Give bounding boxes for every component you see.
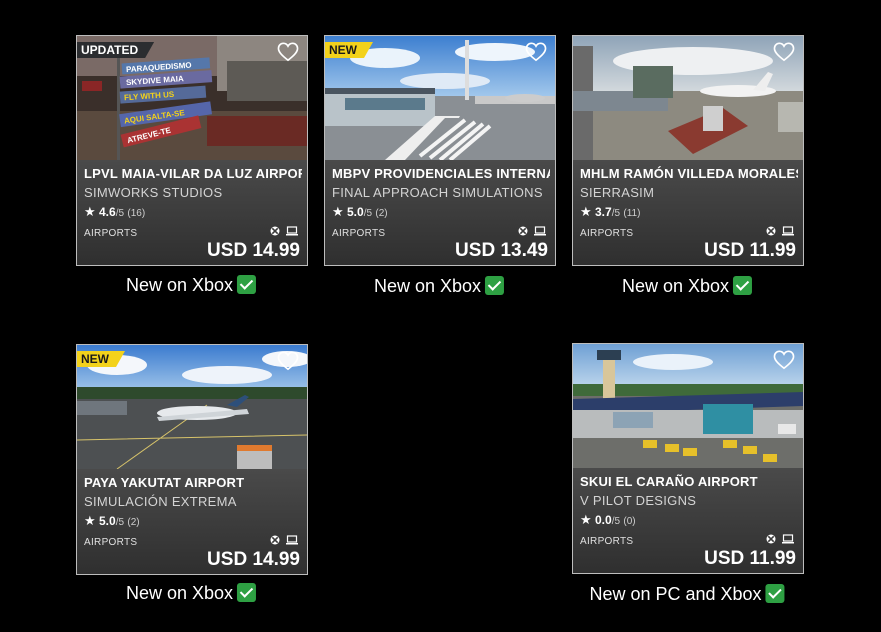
rating-value: 5.0 bbox=[347, 205, 364, 219]
heart-icon[interactable] bbox=[277, 42, 299, 62]
heart-icon[interactable] bbox=[773, 350, 795, 370]
publisher-name: SIMULACIÓN EXTREMA bbox=[84, 494, 237, 509]
rating: ★ 4.6/5 (16) bbox=[84, 204, 145, 220]
rating-count: (2) bbox=[375, 208, 388, 219]
price: USD 11.99 bbox=[704, 240, 796, 261]
price: USD 14.99 bbox=[207, 549, 300, 570]
caption-text: New on Xbox bbox=[621, 276, 730, 296]
product-card-lpvl[interactable]: PARAQUEDISMO SKYDIVE MAIA FLY WITH US AQ… bbox=[76, 35, 308, 266]
checkmark-icon bbox=[237, 583, 257, 602]
rating-outof: /5 bbox=[611, 516, 621, 527]
star-icon: ★ bbox=[84, 204, 96, 219]
heart-icon[interactable] bbox=[773, 42, 795, 62]
checkmark-icon bbox=[485, 276, 505, 295]
pc-icon bbox=[286, 532, 298, 550]
heart-icon[interactable] bbox=[277, 351, 299, 371]
caption-text: New on Xbox bbox=[125, 583, 234, 603]
platform-icons bbox=[766, 534, 794, 546]
product-card-mhlm[interactable]: MHLM RAMÓN VILLEDA MORALES I SIERRASIM ★… bbox=[572, 35, 804, 266]
xbox-icon bbox=[270, 223, 280, 241]
category-label: AIRPORTS bbox=[580, 536, 634, 547]
product-title: MBPV PROVIDENCIALES INTERNAT bbox=[332, 166, 550, 181]
thumbnail-image bbox=[573, 344, 803, 468]
xbox-icon bbox=[518, 223, 528, 241]
star-icon: ★ bbox=[84, 513, 96, 528]
caption-text: New on Xbox bbox=[125, 275, 234, 295]
rating-outof: /5 bbox=[611, 208, 621, 219]
rating-value: 4.6 bbox=[99, 205, 116, 219]
xbox-icon bbox=[270, 532, 280, 550]
category-label: AIRPORTS bbox=[332, 228, 386, 239]
platform-icons bbox=[270, 226, 298, 238]
rating-count: (2) bbox=[127, 517, 140, 528]
rating: ★ 3.7/5 (11) bbox=[580, 204, 640, 220]
rating-value: 3.7 bbox=[595, 205, 612, 219]
platform-icons bbox=[766, 226, 794, 238]
caption-text: New on Xbox bbox=[373, 276, 482, 296]
rating: ★ 5.0/5 (2) bbox=[84, 513, 140, 529]
pc-icon bbox=[286, 223, 298, 241]
card-caption: New on Xbox bbox=[125, 275, 257, 296]
star-icon: ★ bbox=[580, 204, 592, 219]
pc-icon bbox=[534, 223, 546, 241]
product-title: PAYA YAKUTAT AIRPORT bbox=[84, 475, 245, 490]
product-title: SKUI EL CARAÑO AIRPORT bbox=[580, 474, 758, 489]
heart-icon[interactable] bbox=[525, 42, 547, 62]
publisher-name: FINAL APPROACH SIMULATIONS bbox=[332, 185, 543, 200]
product-card-paya[interactable]: NEW PAYA YAKUTAT AIRPORT SIMULACIÓN EXTR… bbox=[76, 344, 308, 575]
product-card-mbpv[interactable]: NEW MBPV PROVIDENCIALES INTERNAT FINAL A… bbox=[324, 35, 556, 266]
publisher-name: V PILOT DESIGNS bbox=[580, 493, 697, 508]
platform-icons bbox=[270, 535, 298, 547]
pc-icon bbox=[782, 223, 794, 241]
rating-count: (11) bbox=[623, 208, 641, 219]
category-label: AIRPORTS bbox=[84, 537, 138, 548]
platform-icons bbox=[518, 226, 546, 238]
card-caption: New on Xbox bbox=[125, 583, 257, 604]
rating-value: 5.0 bbox=[99, 514, 116, 528]
publisher-name: SIERRASIM bbox=[580, 185, 655, 200]
product-title: MHLM RAMÓN VILLEDA MORALES I bbox=[580, 166, 798, 181]
card-caption: New on Xbox bbox=[373, 276, 505, 297]
product-title: LPVL MAIA-VILAR DA LUZ AIRPORT bbox=[84, 166, 302, 181]
card-caption: New on Xbox bbox=[621, 276, 753, 297]
thumbnail-image bbox=[573, 36, 803, 160]
rating-count: (16) bbox=[127, 208, 146, 219]
xbox-icon bbox=[766, 223, 776, 241]
star-icon: ★ bbox=[580, 512, 592, 527]
caption-text: New on PC and Xbox bbox=[589, 584, 762, 604]
pc-icon bbox=[782, 531, 794, 549]
xbox-icon bbox=[766, 531, 776, 549]
rating-value: 0.0 bbox=[595, 513, 612, 527]
category-label: AIRPORTS bbox=[580, 228, 634, 239]
rating-outof: /5 bbox=[363, 208, 373, 219]
rating: ★ 0.0/5 (0) bbox=[580, 512, 636, 528]
card-caption: New on PC and Xbox bbox=[589, 584, 785, 605]
rating-outof: /5 bbox=[115, 517, 125, 528]
publisher-name: SIMWORKS STUDIOS bbox=[84, 185, 223, 200]
product-card-skui[interactable]: SKUI EL CARAÑO AIRPORT V PILOT DESIGNS ★… bbox=[572, 343, 804, 574]
price: USD 14.99 bbox=[207, 240, 300, 261]
rating: ★ 5.0/5 (2) bbox=[332, 204, 388, 220]
price: USD 11.99 bbox=[704, 548, 796, 569]
rating-outof: /5 bbox=[115, 208, 125, 219]
checkmark-icon bbox=[765, 584, 785, 603]
star-icon: ★ bbox=[332, 204, 344, 219]
rating-count: (0) bbox=[623, 516, 636, 527]
category-label: AIRPORTS bbox=[84, 228, 138, 239]
updated-badge: UPDATED bbox=[77, 42, 154, 58]
checkmark-icon bbox=[237, 275, 257, 294]
checkmark-icon bbox=[733, 276, 753, 295]
price: USD 13.49 bbox=[455, 240, 548, 261]
